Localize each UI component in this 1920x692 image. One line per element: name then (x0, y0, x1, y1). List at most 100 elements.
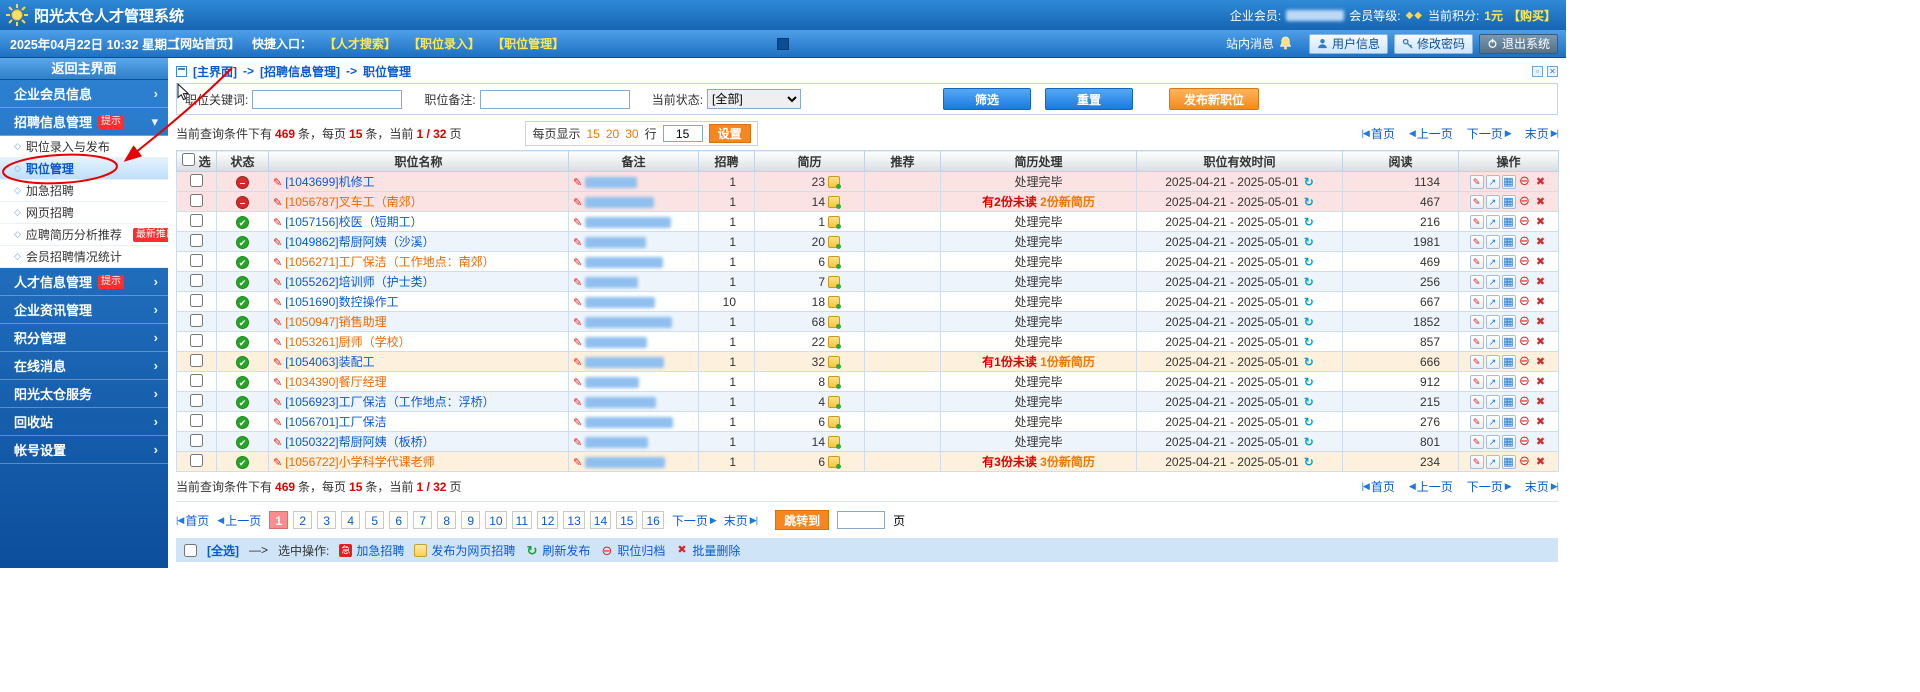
row-checkbox[interactable] (190, 214, 203, 227)
resume-icon[interactable] (828, 336, 840, 348)
resume-icon[interactable] (828, 456, 840, 468)
refresh-validity-icon[interactable]: ↻ (1304, 375, 1314, 389)
row-checkbox[interactable] (190, 414, 203, 427)
jump-button[interactable]: 跳转到 (775, 510, 829, 530)
submenu-item-urgent-recruit[interactable]: ◇ 加急招聘 (0, 180, 168, 202)
row-checkbox[interactable] (190, 254, 203, 267)
back-to-main-button[interactable]: 返回主界面 (0, 58, 168, 80)
resume-icon[interactable] (828, 176, 840, 188)
sidebar-item-company-news-mgmt[interactable]: 企业资讯管理 › (0, 296, 168, 324)
batch-urgent-recruit-link[interactable]: 急 加急招聘 (339, 542, 404, 559)
close-icon[interactable]: ✕ (1547, 66, 1558, 77)
edit-note-icon[interactable]: ✎ (573, 437, 582, 449)
page-number[interactable]: 10 (485, 511, 506, 529)
quick-link-position-entry[interactable]: 【职位录入】 (408, 35, 480, 52)
row-checkbox[interactable] (190, 294, 203, 307)
batch-archive-link[interactable]: ⊖ 职位归档 (600, 542, 665, 559)
prev-page-link[interactable]: ◀上一页 (1409, 478, 1453, 495)
refresh-validity-icon[interactable]: ↻ (1304, 435, 1314, 449)
position-link[interactable]: [1034390]餐厅经理 (285, 375, 386, 389)
last-page-link[interactable]: 末页▶| (724, 512, 757, 529)
refresh-validity-icon[interactable]: ↻ (1304, 315, 1314, 329)
resume-icon[interactable] (828, 416, 840, 428)
op-delete-icon[interactable]: ✖ (1534, 235, 1548, 249)
position-link[interactable]: [1054063]装配工 (285, 355, 374, 369)
op-delete-icon[interactable]: ✖ (1534, 335, 1548, 349)
next-page-link[interactable]: 下一页▶ (1467, 478, 1511, 495)
op-archive-icon[interactable]: ⊖ (1518, 434, 1532, 448)
op-preview-icon[interactable]: ↗ (1486, 295, 1500, 309)
row-checkbox[interactable] (190, 274, 203, 287)
edit-note-icon[interactable]: ✎ (573, 277, 582, 289)
op-preview-icon[interactable]: ↗ (1486, 375, 1500, 389)
op-preview-icon[interactable]: ↗ (1486, 335, 1500, 349)
position-link[interactable]: [1056271]工厂保洁（工作地点：南郊） (285, 255, 494, 269)
op-archive-icon[interactable]: ⊖ (1518, 334, 1532, 348)
page-number[interactable]: 16 (642, 511, 663, 529)
next-page-link[interactable]: 下一页▶ (672, 512, 716, 529)
set-button[interactable]: 设置 (709, 124, 751, 143)
submenu-item-recruit-stats[interactable]: ◇ 会员招聘情况统计 (0, 246, 168, 268)
refresh-validity-icon[interactable]: ↻ (1304, 255, 1314, 269)
page-number[interactable]: 15 (616, 511, 637, 529)
op-delete-icon[interactable]: ✖ (1534, 255, 1548, 269)
refresh-validity-icon[interactable]: ↻ (1304, 275, 1314, 289)
select-all-link[interactable]: [全选] (207, 542, 239, 559)
breadcrumb-home[interactable]: [主界面] (193, 63, 237, 80)
op-archive-icon[interactable]: ⊖ (1518, 394, 1532, 408)
breadcrumb-section[interactable]: [招聘信息管理] (260, 63, 340, 80)
home-link[interactable]: 【网站首页】 (168, 35, 240, 52)
row-checkbox[interactable] (190, 394, 203, 407)
op-delete-icon[interactable]: ✖ (1534, 215, 1548, 229)
edit-note-icon[interactable]: ✎ (573, 457, 582, 469)
op-edit-icon[interactable]: ✎ (1470, 235, 1484, 249)
refresh-validity-icon[interactable]: ↻ (1304, 175, 1314, 189)
page-number[interactable]: 1 (269, 511, 288, 529)
sidebar-item-service[interactable]: 阳光太仓服务 › (0, 380, 168, 408)
edit-note-icon[interactable]: ✎ (573, 317, 582, 329)
edit-position-icon[interactable]: ✎ (273, 197, 282, 209)
refresh-validity-icon[interactable]: ↻ (1304, 355, 1314, 369)
edit-position-icon[interactable]: ✎ (273, 177, 282, 189)
batch-delete-link[interactable]: ✖ 批量删除 (675, 542, 740, 559)
op-archive-icon[interactable]: ⊖ (1518, 194, 1532, 208)
op-detail-icon[interactable]: ▦ (1502, 215, 1516, 229)
op-detail-icon[interactable]: ▦ (1502, 395, 1516, 409)
op-edit-icon[interactable]: ✎ (1470, 215, 1484, 229)
op-edit-icon[interactable]: ✎ (1470, 175, 1484, 189)
edit-position-icon[interactable]: ✎ (273, 317, 282, 329)
edit-position-icon[interactable]: ✎ (273, 277, 282, 289)
resume-icon[interactable] (828, 376, 840, 388)
edit-note-icon[interactable]: ✎ (573, 377, 582, 389)
resume-icon[interactable] (828, 296, 840, 308)
edit-note-icon[interactable]: ✎ (573, 337, 582, 349)
keyword-input[interactable] (252, 90, 402, 109)
op-delete-icon[interactable]: ✖ (1534, 435, 1548, 449)
row-checkbox[interactable] (190, 234, 203, 247)
op-preview-icon[interactable]: ↗ (1486, 235, 1500, 249)
op-edit-icon[interactable]: ✎ (1470, 275, 1484, 289)
op-detail-icon[interactable]: ▦ (1502, 195, 1516, 209)
op-edit-icon[interactable]: ✎ (1470, 295, 1484, 309)
row-checkbox[interactable] (190, 354, 203, 367)
edit-note-icon[interactable]: ✎ (573, 417, 582, 429)
quick-link-position-mgmt[interactable]: 【职位管理】 (492, 35, 564, 52)
op-detail-icon[interactable]: ▦ (1502, 355, 1516, 369)
per-page-input[interactable] (663, 125, 703, 142)
page-number[interactable]: 6 (389, 511, 408, 529)
edit-note-icon[interactable]: ✎ (573, 297, 582, 309)
op-edit-icon[interactable]: ✎ (1470, 255, 1484, 269)
resume-icon[interactable] (828, 216, 840, 228)
op-archive-icon[interactable]: ⊖ (1518, 454, 1532, 468)
last-page-link[interactable]: 末页▶| (1525, 478, 1558, 495)
select-all-checkbox[interactable] (182, 153, 195, 166)
change-password-button[interactable]: 修改密码 (1394, 34, 1473, 54)
site-messages-link[interactable]: 站内消息 (1226, 35, 1293, 52)
position-link[interactable]: [1056722]小学科学代课老师 (285, 455, 434, 469)
sidebar-item-recruit-info-mgmt[interactable]: 招聘信息管理 提示 ▾ (0, 108, 168, 136)
page-number[interactable]: 14 (590, 511, 611, 529)
position-link[interactable]: [1050322]帮厨阿姨（板桥） (285, 435, 434, 449)
resume-icon[interactable] (828, 436, 840, 448)
op-detail-icon[interactable]: ▦ (1502, 375, 1516, 389)
position-link[interactable]: [1057156]校医（短期工） (285, 215, 422, 229)
